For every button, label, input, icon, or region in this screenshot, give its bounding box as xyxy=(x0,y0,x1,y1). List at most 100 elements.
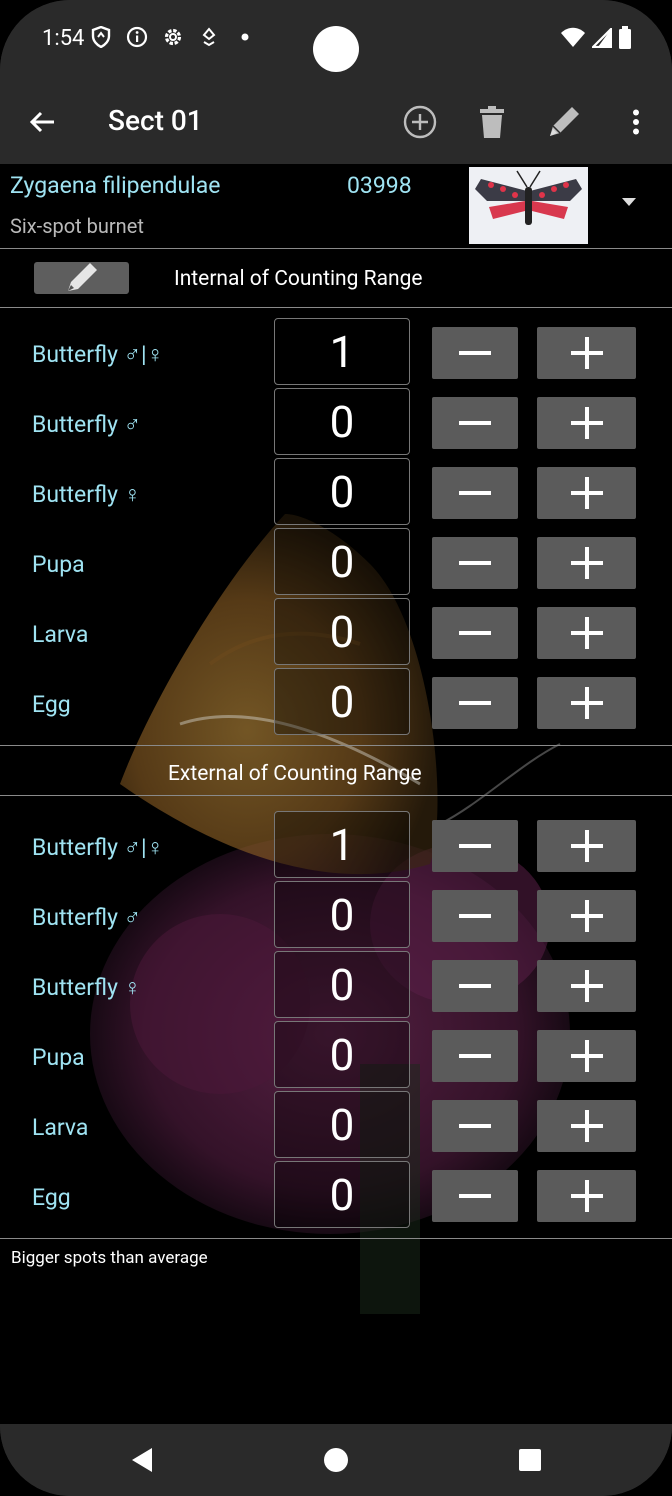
row-label: Egg xyxy=(32,691,71,718)
row-label: Larva xyxy=(32,621,89,648)
camera-cutout xyxy=(313,26,359,72)
plus-icon xyxy=(570,1180,603,1212)
minus-icon xyxy=(459,1054,491,1058)
navigation-bar xyxy=(0,1424,672,1496)
edit-note-button[interactable] xyxy=(34,262,129,294)
back-triangle-icon[interactable] xyxy=(126,1444,158,1476)
count-value[interactable]: 1 xyxy=(274,318,410,385)
minus-icon xyxy=(459,1194,491,1198)
increment-button[interactable] xyxy=(537,607,636,659)
species-note: Bigger spots than average xyxy=(11,1248,208,1268)
row-label: Butterfly ♂ xyxy=(32,411,141,438)
count-value[interactable]: 0 xyxy=(274,388,410,455)
count-value[interactable]: 0 xyxy=(274,668,410,735)
device-screen: 1:54 Sect 01 Zygaena filipendulae 03998 … xyxy=(0,0,672,1496)
app-bar: Sect 01 xyxy=(0,80,672,164)
plus-icon xyxy=(570,617,603,649)
location-icon xyxy=(198,26,220,48)
minus-icon xyxy=(459,421,491,425)
species-code: 03998 xyxy=(347,172,412,199)
increment-button[interactable] xyxy=(537,677,636,729)
back-arrow-icon[interactable] xyxy=(20,100,64,144)
minus-icon xyxy=(459,561,491,565)
edit-icon[interactable] xyxy=(542,100,586,144)
status-icons-left xyxy=(90,26,256,48)
increment-button[interactable] xyxy=(537,537,636,589)
more-icon[interactable] xyxy=(614,100,658,144)
decrement-button[interactable] xyxy=(432,607,518,659)
plus-icon xyxy=(570,407,603,439)
increment-button[interactable] xyxy=(537,397,636,449)
decrement-button[interactable] xyxy=(432,960,518,1012)
row-label: Egg xyxy=(32,1184,71,1211)
row-label: Butterfly ♂ xyxy=(32,904,141,931)
minus-icon xyxy=(459,351,491,355)
pencil-icon xyxy=(67,263,97,291)
minus-icon xyxy=(459,914,491,918)
increment-button[interactable] xyxy=(537,1030,636,1082)
increment-button[interactable] xyxy=(537,327,636,379)
minus-icon xyxy=(459,844,491,848)
delete-icon[interactable] xyxy=(470,100,514,144)
decrement-button[interactable] xyxy=(432,1030,518,1082)
status-bar: 1:54 xyxy=(0,0,672,80)
count-value[interactable]: 0 xyxy=(274,881,410,948)
decrement-button[interactable] xyxy=(432,397,518,449)
decrement-button[interactable] xyxy=(432,327,518,379)
count-value[interactable]: 0 xyxy=(274,951,410,1018)
count-value[interactable]: 0 xyxy=(274,1091,410,1158)
decrement-button[interactable] xyxy=(432,820,518,872)
external-section-title: External of Counting Range xyxy=(168,762,422,786)
count-value[interactable]: 0 xyxy=(274,1021,410,1088)
home-circle-icon[interactable] xyxy=(320,1444,352,1476)
plus-icon xyxy=(570,1040,603,1072)
count-value[interactable]: 0 xyxy=(274,1161,410,1228)
status-icons-right xyxy=(560,26,632,54)
row-label: Butterfly ♀ xyxy=(32,481,141,508)
plus-icon xyxy=(570,900,603,932)
row-label: Pupa xyxy=(32,551,85,578)
decrement-button[interactable] xyxy=(432,467,518,519)
minus-icon xyxy=(459,631,491,635)
species-common-name: Six-spot burnet xyxy=(10,214,144,238)
plus-icon xyxy=(570,477,603,509)
decrement-button[interactable] xyxy=(432,1100,518,1152)
row-label: Butterfly ♂|♀ xyxy=(32,834,164,861)
info-icon xyxy=(126,26,148,48)
recents-square-icon[interactable] xyxy=(514,1444,546,1476)
plus-icon xyxy=(570,830,603,862)
species-scientific-name: Zygaena filipendulae xyxy=(10,172,221,199)
decrement-button[interactable] xyxy=(432,537,518,589)
count-content: Zygaena filipendulae 03998 Six-spot burn… xyxy=(0,164,672,1424)
decrement-button[interactable] xyxy=(432,890,518,942)
row-label: Butterfly ♂|♀ xyxy=(32,341,164,368)
divider xyxy=(0,307,672,308)
minus-icon xyxy=(459,701,491,705)
settings-icon xyxy=(162,26,184,48)
increment-button[interactable] xyxy=(537,890,636,942)
increment-button[interactable] xyxy=(537,467,636,519)
plus-icon xyxy=(570,337,603,369)
count-value[interactable]: 0 xyxy=(274,598,410,665)
increment-button[interactable] xyxy=(537,1170,636,1222)
status-time: 1:54 xyxy=(42,26,85,51)
minus-icon xyxy=(459,491,491,495)
dot-icon xyxy=(234,26,256,48)
plus-icon xyxy=(570,687,603,719)
divider xyxy=(0,745,672,746)
add-circle-icon[interactable] xyxy=(398,100,442,144)
count-value[interactable]: 1 xyxy=(274,811,410,878)
increment-button[interactable] xyxy=(537,1100,636,1152)
count-value[interactable]: 0 xyxy=(274,458,410,525)
decrement-button[interactable] xyxy=(432,1170,518,1222)
internal-section-title: Internal of Counting Range xyxy=(174,267,423,291)
increment-button[interactable] xyxy=(537,820,636,872)
count-value[interactable]: 0 xyxy=(274,528,410,595)
species-dropdown-arrow-icon[interactable] xyxy=(622,198,636,206)
species-thumbnail xyxy=(469,167,588,244)
decrement-button[interactable] xyxy=(432,677,518,729)
row-label: Larva xyxy=(32,1114,89,1141)
increment-button[interactable] xyxy=(537,960,636,1012)
shield-icon xyxy=(90,26,112,48)
minus-icon xyxy=(459,1124,491,1128)
